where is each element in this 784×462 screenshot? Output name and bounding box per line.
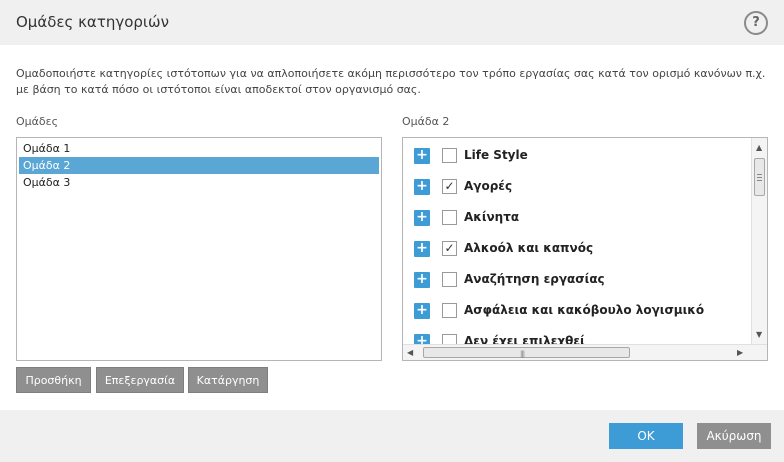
vertical-scrollbar[interactable]: ▲ ▼ <box>751 138 767 344</box>
expand-icon[interactable]: + <box>414 179 430 195</box>
group-item[interactable]: Ομάδα 1 <box>19 140 379 157</box>
category-row: + Αναζήτηση εργασίας <box>403 264 751 295</box>
remove-button[interactable]: Κατάργηση <box>188 367 268 393</box>
group-item[interactable]: Ομάδα 3 <box>19 174 379 191</box>
horizontal-scrollbar[interactable]: ◀ ||| ▶ <box>403 344 767 360</box>
vertical-scroll-thumb[interactable] <box>754 158 765 196</box>
title-bar: Ομάδες κατηγοριών ? <box>0 0 784 45</box>
horizontal-scroll-thumb[interactable]: ||| <box>423 347 630 358</box>
category-row: + Ακίνητα <box>403 202 751 233</box>
category-row: + Life Style <box>403 140 751 171</box>
help-button[interactable]: ? <box>744 11 768 35</box>
grip-line <box>757 180 762 181</box>
grip-line <box>757 174 762 175</box>
category-name: Life Style <box>464 148 528 162</box>
category-checkbox[interactable]: ✓ <box>442 241 457 256</box>
edit-button[interactable]: Επεξεργασία <box>96 367 184 393</box>
category-name: Αγορές <box>464 179 513 193</box>
grip-icon: ||| <box>520 350 525 358</box>
category-checkbox[interactable] <box>442 210 457 225</box>
category-row: + ✓ Αγορές <box>403 171 751 202</box>
expand-icon[interactable]: + <box>414 210 430 226</box>
category-name: Ακίνητα <box>464 210 520 224</box>
window-title: Ομάδες κατηγοριών <box>16 13 169 31</box>
category-checkbox[interactable] <box>442 272 457 287</box>
scroll-down-icon[interactable]: ▼ <box>756 330 762 339</box>
groups-list[interactable]: Ομάδα 1 Ομάδα 2 Ομάδα 3 <box>16 137 382 361</box>
expand-icon[interactable]: + <box>414 241 430 257</box>
expand-icon[interactable]: + <box>414 272 430 288</box>
category-name: Ασφάλεια και κακόβουλο λογισμικό <box>464 303 705 317</box>
category-name: Αναζήτηση εργασίας <box>464 272 605 286</box>
group-item-selected[interactable]: Ομάδα 2 <box>19 157 379 174</box>
ok-button[interactable]: OK <box>609 423 683 449</box>
category-checkbox[interactable] <box>442 303 457 318</box>
add-button[interactable]: Προσθήκη <box>16 367 91 393</box>
category-name: Αλκοόλ και καπνός <box>464 241 594 255</box>
category-row: + Ασφάλεια και κακόβουλο λογισμικό <box>403 295 751 326</box>
categories-label: Ομάδα 2 <box>402 115 450 128</box>
category-checkbox[interactable]: ✓ <box>442 179 457 194</box>
scroll-right-icon[interactable]: ▶ <box>737 348 743 357</box>
expand-icon[interactable]: + <box>414 148 430 164</box>
dialog-footer: OK Ακύρωση <box>0 410 784 462</box>
cancel-button[interactable]: Ακύρωση <box>697 423 771 449</box>
categories-panel: + Life Style + ✓ Αγορές + Ακίνητα + ✓ Αλ… <box>402 137 768 361</box>
scroll-left-icon[interactable]: ◀ <box>407 348 413 357</box>
description-text: Ομαδοποιήστε κατηγορίες ιστότοπων για να… <box>16 67 766 96</box>
grip-line <box>757 177 762 178</box>
expand-icon[interactable]: + <box>414 303 430 319</box>
category-row: + ✓ Αλκοόλ και καπνός <box>403 233 751 264</box>
scroll-up-icon[interactable]: ▲ <box>756 143 762 152</box>
groups-label: Ομάδες <box>16 115 59 128</box>
category-checkbox[interactable] <box>442 148 457 163</box>
